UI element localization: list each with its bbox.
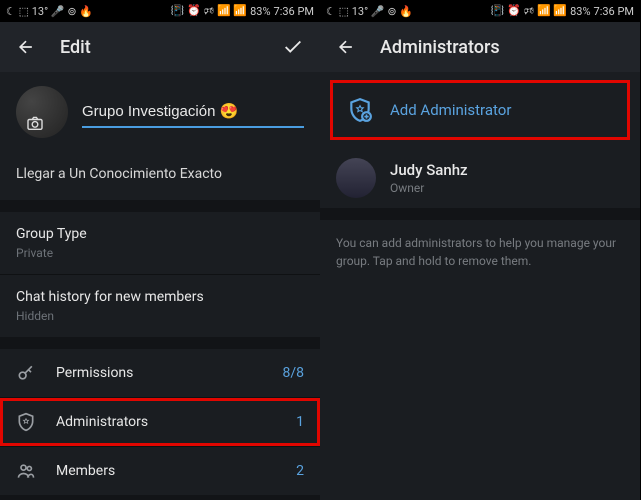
admin-name: Judy Sanhz — [390, 161, 468, 179]
back-icon[interactable] — [16, 37, 36, 57]
chat-history-row[interactable]: Chat history for new members Hidden — [0, 275, 320, 337]
page-title: Administrators — [380, 37, 624, 58]
administrators-row[interactable]: Administrators 1 — [0, 398, 320, 446]
admin-role: Owner — [390, 181, 468, 195]
help-text: You can add administrators to help you m… — [320, 220, 640, 284]
edit-group-screen: ☾ ⬚ 13° 🎤 ⊚ 🔥 📳 ⏰ 🕫 📶 📶 83% 7:36 PM Edit — [0, 0, 320, 500]
battery-text: 83% — [250, 5, 270, 18]
members-value: 2 — [296, 463, 304, 479]
add-administrator-button[interactable]: Add Administrator — [330, 80, 630, 140]
members-row[interactable]: Members 2 — [0, 447, 320, 495]
time-text: 7:36 PM — [594, 5, 634, 18]
status-bar: ☾ ⬚ 13° 🎤 ⊚ 🔥 📳 ⏰ 🕫 📶 📶 83% 7:36 PM — [320, 0, 640, 22]
back-icon[interactable] — [336, 37, 356, 57]
admin-list-item[interactable]: Judy Sanhz Owner — [320, 148, 640, 208]
chat-history-label: Chat history for new members — [16, 289, 304, 305]
chat-history-value: Hidden — [16, 309, 304, 323]
status-right-icons: 📳 ⏰ 🕫 📶 📶 — [171, 2, 247, 21]
time-text: 7:36 PM — [274, 5, 314, 18]
status-left-icons: ☾ ⬚ 13° 🎤 ⊚ 🔥 — [6, 5, 93, 18]
permissions-label: Permissions — [56, 365, 282, 381]
group-type-label: Group Type — [16, 226, 304, 242]
group-name-input[interactable] — [82, 97, 304, 128]
status-left-icons: ☾ ⬚ 13° 🎤 ⊚ 🔥 — [326, 5, 413, 18]
header: Edit — [0, 22, 320, 72]
permissions-value: 8/8 — [282, 365, 304, 381]
group-type-row[interactable]: Group Type Private — [0, 212, 320, 274]
permissions-row[interactable]: Permissions 8/8 — [0, 349, 320, 397]
page-title: Edit — [60, 37, 282, 58]
group-avatar[interactable] — [16, 86, 68, 138]
status-right-icons: 📳 ⏰ 🕫 📶 📶 — [491, 2, 567, 21]
battery-text: 83% — [570, 5, 590, 18]
administrators-value: 1 — [296, 414, 304, 430]
camera-icon — [26, 116, 44, 130]
administrators-label: Administrators — [56, 414, 296, 430]
shield-star-icon — [16, 412, 36, 432]
header: Administrators — [320, 22, 640, 72]
administrators-screen: ☾ ⬚ 13° 🎤 ⊚ 🔥 📳 ⏰ 🕫 📶 📶 83% 7:36 PM Admi… — [320, 0, 640, 500]
group-type-value: Private — [16, 246, 304, 260]
shield-plus-icon — [346, 96, 374, 124]
add-admin-label: Add Administrator — [390, 101, 511, 119]
description-row[interactable]: Llegar a Un Conocimiento Exacto — [0, 148, 320, 200]
avatar — [336, 158, 376, 198]
description-text: Llegar a Un Conocimiento Exacto — [16, 166, 222, 182]
members-icon — [16, 461, 36, 481]
status-bar: ☾ ⬚ 13° 🎤 ⊚ 🔥 📳 ⏰ 🕫 📶 📶 83% 7:36 PM — [0, 0, 320, 22]
members-label: Members — [56, 463, 296, 479]
key-icon — [16, 363, 36, 383]
confirm-icon[interactable] — [282, 36, 304, 58]
profile-row — [0, 72, 320, 148]
